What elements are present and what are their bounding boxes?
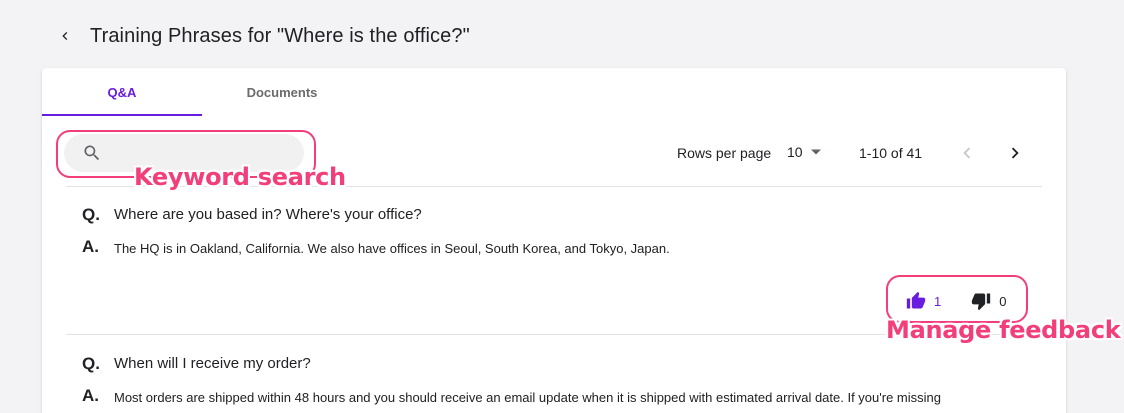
keyword-search-annotation: Keyword search xyxy=(134,163,346,191)
answer-row: A. Most orders are shipped within 48 hou… xyxy=(82,386,1032,407)
caret-down-icon xyxy=(810,149,821,155)
answer-text: Most orders are shipped within 48 hours … xyxy=(114,390,941,405)
tab-qa[interactable]: Q&A xyxy=(42,68,202,116)
dislike-count: 0 xyxy=(999,293,1007,309)
pagination-range: 1-10 of 41 xyxy=(859,145,923,161)
answer-prefix: A. xyxy=(82,237,99,256)
thumb-up-icon xyxy=(906,291,926,309)
like-count: 1 xyxy=(934,293,942,309)
list-item: Q. Where are you based in? Where's your … xyxy=(82,205,1032,258)
rows-per-page-value: 10 xyxy=(787,144,803,160)
rows-per-page-label: Rows per page xyxy=(677,145,772,161)
question-text: When will I receive my order? xyxy=(114,355,311,372)
dislike-button[interactable]: 0 xyxy=(971,291,1006,311)
feedback-controls: 1 0 xyxy=(906,290,1006,312)
chevron-left-icon xyxy=(62,32,68,40)
question-row: Q. Where are you based in? Where's your … xyxy=(82,205,1032,225)
question-row: Q. When will I receive my order? xyxy=(82,354,1032,374)
question-prefix: Q. xyxy=(82,354,100,373)
like-button[interactable]: 1 xyxy=(906,291,971,311)
question-prefix: Q. xyxy=(82,205,100,224)
list-item: Q. When will I receive my order? A. Most… xyxy=(82,354,1032,407)
tab-bar: Q&A Documents xyxy=(42,68,362,116)
answer-row: A. The HQ is in Oakland, California. We … xyxy=(82,237,1032,258)
page-header: Training Phrases for "Where is the offic… xyxy=(52,22,470,50)
question-text: Where are you based in? Where's your off… xyxy=(114,206,422,223)
page-title: Training Phrases for "Where is the offic… xyxy=(90,24,470,47)
answer-prefix: A. xyxy=(82,386,99,405)
thumb-down-icon xyxy=(972,293,991,311)
answer-text: The HQ is in Oakland, California. We als… xyxy=(114,241,670,256)
next-page-button[interactable] xyxy=(1004,142,1026,164)
tab-documents[interactable]: Documents xyxy=(202,68,362,116)
qa-card: Q&A Documents Rows per page 10 1-10 of 4… xyxy=(42,68,1066,413)
chevron-right-icon xyxy=(1011,147,1019,159)
back-button[interactable] xyxy=(52,23,78,49)
chevron-left-icon xyxy=(963,147,971,159)
rows-per-page-select[interactable]: 10 xyxy=(787,144,821,160)
prev-page-button[interactable] xyxy=(956,142,978,164)
manage-feedback-annotation: Manage feedback xyxy=(886,316,1121,344)
